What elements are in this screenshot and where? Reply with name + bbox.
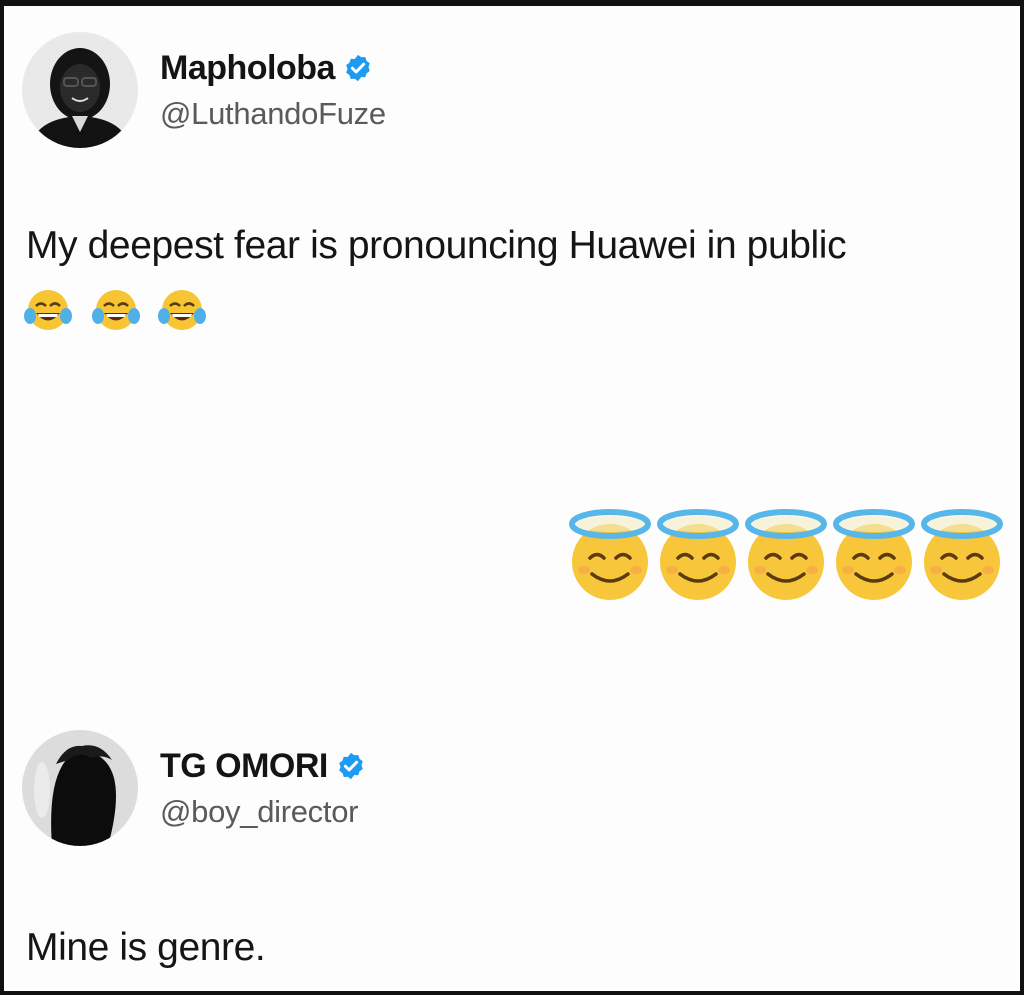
tweet-text: My deepest fear is pronouncing Huawei in… [26, 224, 847, 267]
display-name[interactable]: Mapholoba [160, 49, 335, 88]
face-with-tears-of-joy-icon [92, 290, 140, 330]
tweet-header-tg-omori: TG OMORI @boy_director [22, 730, 366, 846]
face-with-tears-of-joy-icon [158, 290, 206, 330]
verified-badge-icon [343, 53, 373, 83]
display-name-row: TG OMORI [160, 747, 366, 786]
avatar-mapholoba[interactable] [22, 32, 138, 148]
smiling-face-with-halo-icon [924, 512, 1000, 600]
display-name[interactable]: TG OMORI [160, 747, 328, 786]
smiling-face-with-halo-icon [660, 512, 736, 600]
avatar-tg-omori[interactable] [22, 730, 138, 846]
handle[interactable]: @boy_director [160, 794, 366, 830]
tears-of-joy-emoji-row [24, 286, 210, 334]
screenshot-frame: Mapholoba @LuthandoFuze My deepest fear … [4, 6, 1020, 991]
halo-emoji-row [566, 508, 1020, 604]
smiling-face-with-halo-icon [748, 512, 824, 600]
display-name-row: Mapholoba [160, 49, 386, 88]
verified-badge-icon [336, 751, 366, 781]
face-with-tears-of-joy-icon [24, 290, 72, 330]
tears-of-joy-icon-group [24, 290, 206, 330]
tweet-header-mapholoba: Mapholoba @LuthandoFuze [22, 32, 386, 148]
handle[interactable]: @LuthandoFuze [160, 96, 386, 132]
smiling-face-with-halo-icon [572, 512, 648, 600]
smiling-face-with-halo-icon [836, 512, 912, 600]
tweet-text: Mine is genre. [26, 926, 266, 969]
halo-icon-group [566, 508, 1020, 604]
